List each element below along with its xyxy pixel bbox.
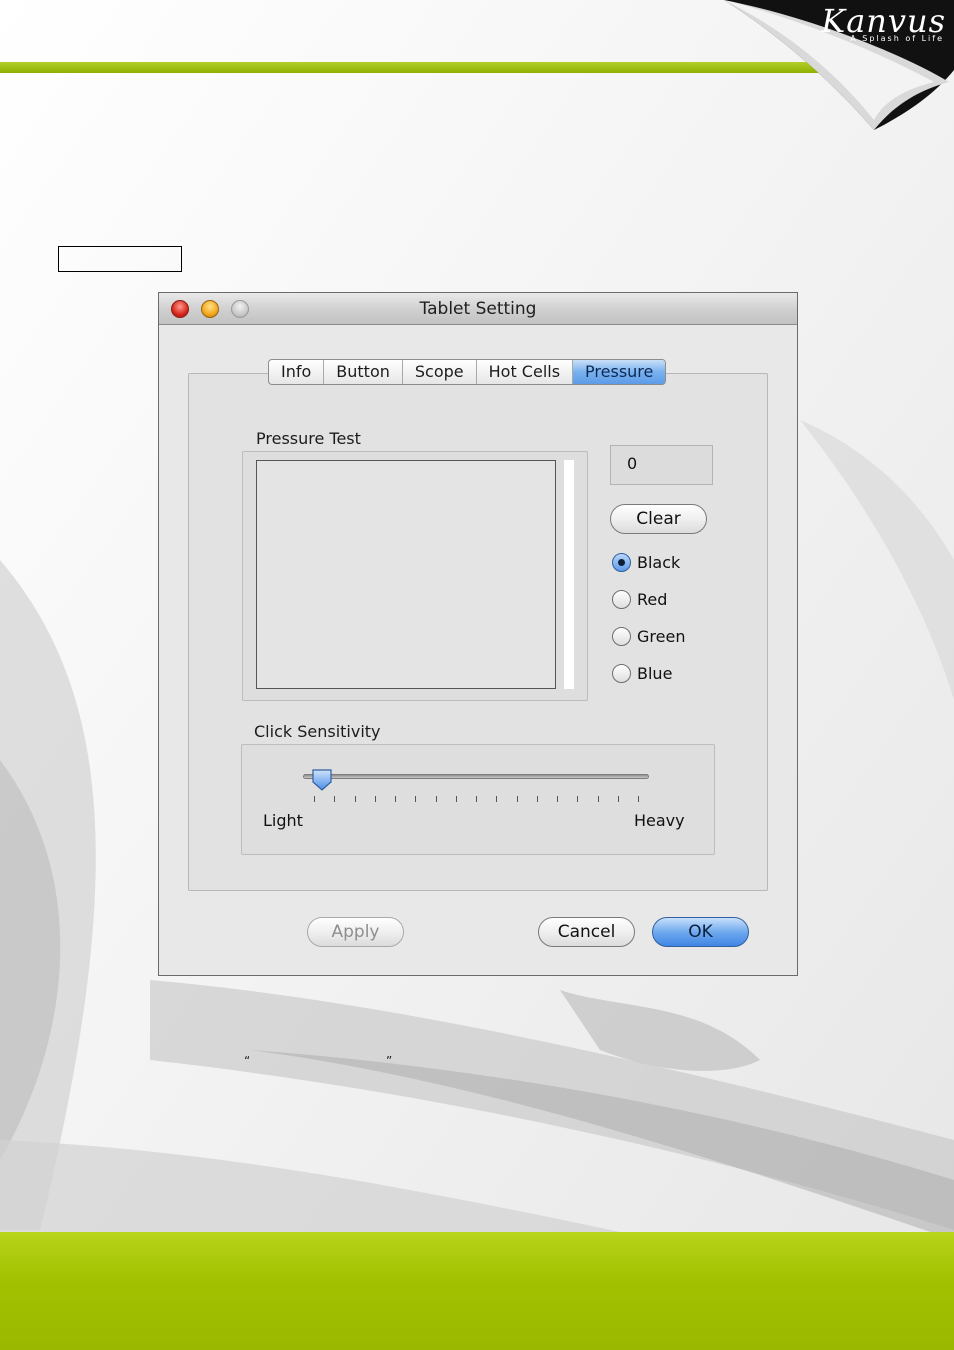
sensitivity-tick <box>557 796 558 802</box>
sensitivity-tick <box>355 796 356 802</box>
sensitivity-tick <box>496 796 497 802</box>
window-titlebar[interactable]: Tablet Setting <box>159 293 797 325</box>
radio-black-label: Black <box>637 552 681 572</box>
tablet-setting-window: Tablet Setting Info Button Scope Hot Cel… <box>158 292 798 976</box>
sensitivity-max-label: Heavy <box>634 811 685 830</box>
ok-button[interactable]: OK <box>652 917 749 947</box>
sensitivity-tick <box>375 796 376 802</box>
sensitivity-tick <box>517 796 518 802</box>
sensitivity-tick <box>618 796 619 802</box>
sensitivity-slider-track[interactable] <box>303 774 649 779</box>
pressure-test-label: Pressure Test <box>256 429 361 448</box>
pressure-value-field: 0 <box>610 445 713 485</box>
clear-button[interactable]: Clear <box>610 504 707 534</box>
sensitivity-min-label: Light <box>263 811 303 830</box>
close-quote-mark: ” <box>386 1054 393 1068</box>
open-quote-mark: “ <box>244 1054 251 1068</box>
radio-blue-label: Blue <box>637 663 673 683</box>
tab-hot-cells[interactable]: Hot Cells <box>477 360 574 384</box>
cancel-button[interactable]: Cancel <box>538 917 635 947</box>
sensitivity-tick <box>436 796 437 802</box>
apply-button[interactable]: Apply <box>307 917 404 947</box>
radio-black[interactable]: Black <box>612 551 680 573</box>
highlight-outline-box <box>58 246 182 272</box>
radio-red-label: Red <box>637 589 668 609</box>
radio-green-icon[interactable] <box>612 626 631 646</box>
radio-black-icon[interactable] <box>612 552 631 572</box>
sensitivity-tick <box>537 796 538 802</box>
radio-red-icon[interactable] <box>612 589 631 609</box>
tab-pressure[interactable]: Pressure <box>573 360 666 384</box>
radio-blue-icon[interactable] <box>612 663 631 683</box>
pressure-test-canvas[interactable] <box>256 460 556 689</box>
tab-info[interactable]: Info <box>269 360 325 384</box>
tab-button[interactable]: Button <box>324 360 403 384</box>
radio-blue[interactable]: Blue <box>612 662 672 684</box>
sensitivity-ticks <box>314 796 639 804</box>
click-sensitivity-label: Click Sensitivity <box>254 722 381 741</box>
sensitivity-tick <box>598 796 599 802</box>
tab-scope[interactable]: Scope <box>403 360 477 384</box>
brand-tagline: A Splash of Life <box>850 34 944 43</box>
sensitivity-tick <box>334 796 335 802</box>
radio-green[interactable]: Green <box>612 625 685 647</box>
radio-green-label: Green <box>637 626 686 646</box>
pressure-level-bar <box>564 460 574 689</box>
footer-green-band <box>0 1232 954 1350</box>
radio-red[interactable]: Red <box>612 588 667 610</box>
sensitivity-tick <box>456 796 457 802</box>
sensitivity-tick <box>415 796 416 802</box>
window-title: Tablet Setting <box>419 299 537 319</box>
sensitivity-slider-thumb-icon[interactable] <box>311 768 333 792</box>
sensitivity-tick <box>638 796 639 802</box>
sensitivity-tick <box>314 796 315 802</box>
sensitivity-tick <box>395 796 396 802</box>
tab-bar: Info Button Scope Hot Cells Pressure <box>268 359 667 385</box>
sensitivity-tick <box>476 796 477 802</box>
sensitivity-tick <box>577 796 578 802</box>
